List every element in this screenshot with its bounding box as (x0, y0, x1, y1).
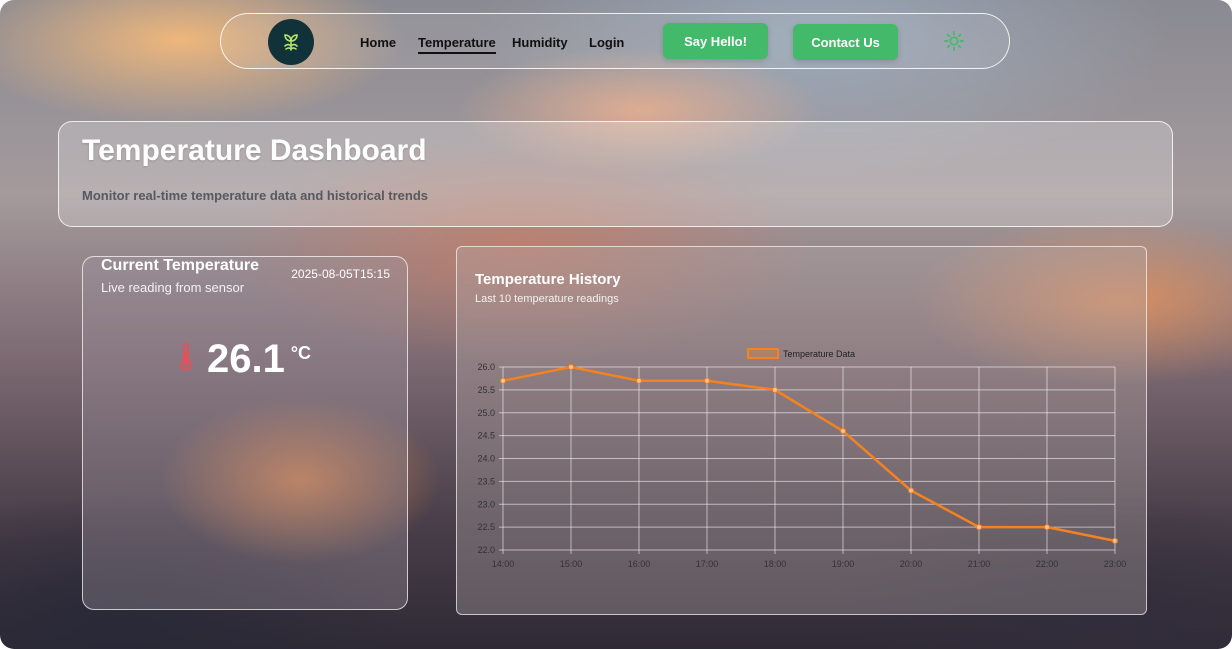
x-tick-label: 22:00 (1036, 559, 1059, 569)
current-temperature-timestamp: 2025-08-05T15:15 (291, 267, 390, 281)
current-temperature-subtitle: Live reading from sensor (101, 280, 245, 295)
say-hello-button[interactable]: Say Hello! (663, 23, 768, 59)
y-tick-label: 23.5 (477, 476, 495, 486)
data-point (1112, 537, 1118, 544)
y-tick-label: 22.0 (477, 545, 495, 555)
x-tick-label: 23:00 (1104, 559, 1127, 569)
data-point (1044, 524, 1050, 531)
current-temperature-title: Current Temperature (101, 257, 259, 274)
nav-link-login[interactable]: Login (589, 35, 624, 50)
y-tick-label: 22.5 (477, 522, 495, 532)
x-tick-label: 19:00 (832, 559, 855, 569)
nav-link-temperature[interactable]: Temperature (418, 35, 496, 54)
nav-bar: Home Temperature Humidity Login Say Hell… (220, 13, 1010, 69)
temperature-value: 26.1 (207, 337, 285, 381)
series-line (502, 365, 1116, 543)
legend-label: Temperature Data (783, 349, 855, 359)
page: Home Temperature Humidity Login Say Hell… (0, 0, 1232, 649)
current-temperature-card: Current Temperature 2025-08-05T15:15 Liv… (82, 256, 408, 610)
data-point (772, 386, 778, 393)
header-card: Temperature Dashboard Monitor real-time … (58, 121, 1173, 227)
y-tick-label: 24.5 (477, 431, 495, 441)
y-tick-label: 23.0 (477, 499, 495, 509)
page-subtitle: Monitor real-time temperature data and h… (82, 188, 429, 203)
nav-link-home[interactable]: Home (360, 35, 396, 50)
x-tick-label: 17:00 (696, 559, 719, 569)
data-point (704, 377, 710, 384)
legend-swatch (747, 348, 779, 359)
data-point (908, 487, 914, 494)
page-title: Temperature Dashboard (82, 134, 427, 167)
temperature-unit: °C (290, 343, 312, 363)
data-point (976, 524, 982, 531)
x-tick-label: 20:00 (900, 559, 923, 569)
data-point (500, 377, 506, 384)
y-tick-label: 25.5 (477, 385, 495, 395)
x-tick-label: 16:00 (628, 559, 651, 569)
contact-us-button[interactable]: Contact Us (793, 24, 898, 60)
data-point (840, 428, 846, 435)
temperature-line-chart: 26.0 25.5 25.0 24.5 24.0 23.5 23.0 22.5 22.0 14:0… (477, 348, 1127, 569)
sun-icon[interactable] (943, 30, 965, 52)
y-tick-label: 26.0 (477, 362, 495, 372)
data-point (568, 364, 574, 370)
x-tick-label: 14:00 (492, 559, 515, 569)
nav-link-humidity[interactable]: Humidity (512, 35, 568, 50)
x-tick-label: 18:00 (764, 559, 787, 569)
data-point (636, 377, 642, 384)
temperature-history-card: Temperature History Last 10 temperature … (456, 246, 1147, 615)
temperature-reading: 26.1 °C (179, 337, 311, 381)
x-tick-label: 15:00 (560, 559, 583, 569)
y-tick-label: 24.0 (477, 454, 495, 464)
thermometer-icon (180, 343, 192, 371)
leaf-sprout-icon (284, 34, 298, 51)
y-tick-label: 25.0 (477, 408, 495, 418)
x-tick-label: 21:00 (968, 559, 991, 569)
logo[interactable] (268, 19, 314, 65)
